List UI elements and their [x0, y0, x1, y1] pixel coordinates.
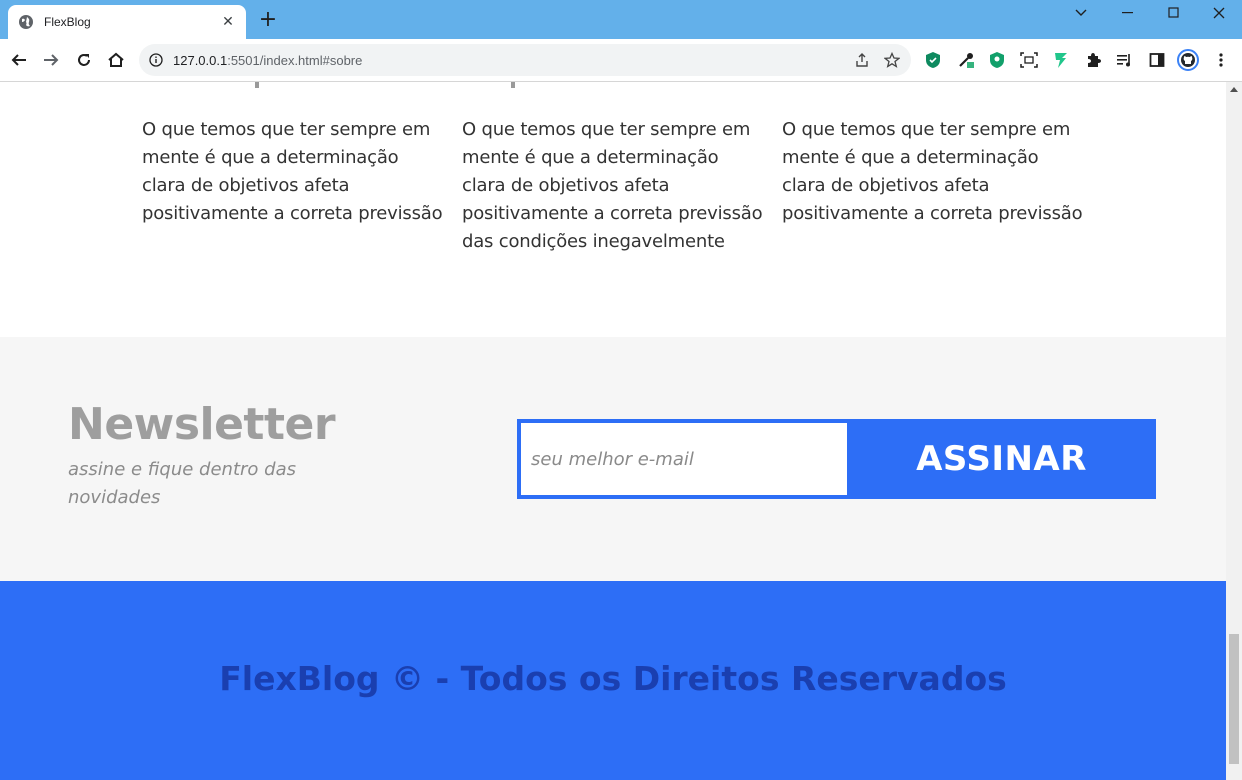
browser-toolbar: 127.0.0.1:5501/index.html#sobre [0, 39, 1242, 82]
back-arrow-icon[interactable] [6, 47, 32, 73]
newsletter-subtitle: assine e fique dentro das novidades [68, 459, 296, 508]
maximize-icon[interactable] [1151, 0, 1197, 26]
profile-avatar-icon[interactable] [1177, 49, 1199, 71]
tab-search-icon[interactable] [1058, 0, 1104, 26]
globe-icon [18, 14, 34, 30]
new-tab-button[interactable]: + [256, 8, 280, 32]
vpn-shield-icon[interactable] [986, 49, 1008, 71]
url-text: 127.0.0.1:5501/index.html#sobre [173, 53, 851, 68]
newsletter-title: Newsletter [68, 399, 336, 450]
menu-kebab-icon[interactable] [1210, 49, 1232, 71]
info-icon[interactable] [149, 53, 163, 67]
share-icon[interactable] [851, 49, 873, 71]
shield-extension-icon[interactable] [922, 49, 944, 71]
about-column-text: O que temos que ter sempre em mente é qu… [782, 119, 1083, 224]
page-scrollbar[interactable] [1226, 82, 1242, 780]
footer-copyright: FlexBlog © - Todos os Direitos Reservado… [219, 659, 1007, 698]
about-column-text: O que temos que ter sempre em mente é qu… [462, 119, 763, 252]
media-control-icon[interactable] [1114, 49, 1136, 71]
page-viewport: O que temos que ter sempre em mente é qu… [0, 82, 1226, 780]
clipped-heading-fragment [511, 82, 515, 88]
side-panel-icon[interactable] [1146, 49, 1168, 71]
email-input[interactable] [521, 423, 847, 495]
forward-arrow-icon[interactable] [38, 47, 64, 73]
minimize-icon[interactable] [1105, 0, 1151, 26]
browser-tab[interactable]: FlexBlog ✕ [8, 5, 246, 39]
browser-titlebar: FlexBlog ✕ + [0, 0, 1242, 39]
close-window-icon[interactable] [1196, 0, 1242, 26]
address-bar[interactable]: 127.0.0.1:5501/index.html#sobre [139, 44, 911, 76]
screenshot-icon[interactable] [1018, 49, 1040, 71]
scroll-thumb[interactable] [1229, 634, 1239, 764]
newsletter-form: ASSINAR [517, 419, 1156, 499]
bookmark-star-icon[interactable] [881, 49, 903, 71]
green-extension-icon[interactable] [1050, 49, 1072, 71]
newsletter-section: Newsletter assine e fique dentro das nov… [0, 337, 1226, 581]
url-host: 127.0.0.1 [173, 52, 228, 68]
home-icon[interactable] [103, 47, 129, 73]
clipped-heading-fragment [255, 82, 259, 88]
reload-icon[interactable] [71, 47, 97, 73]
scroll-up-arrow-icon[interactable] [1230, 87, 1238, 92]
eyedropper-extension-icon[interactable] [955, 49, 977, 71]
page-footer: FlexBlog © - Todos os Direitos Reservado… [0, 581, 1226, 780]
about-column-text: O que temos que ter sempre em mente é qu… [142, 119, 443, 224]
close-tab-icon[interactable]: ✕ [220, 14, 236, 30]
tab-title: FlexBlog [44, 15, 91, 29]
url-path: :5501/index.html#sobre [227, 52, 363, 68]
subscribe-button[interactable]: ASSINAR [847, 419, 1156, 499]
puzzle-icon[interactable] [1082, 49, 1104, 71]
